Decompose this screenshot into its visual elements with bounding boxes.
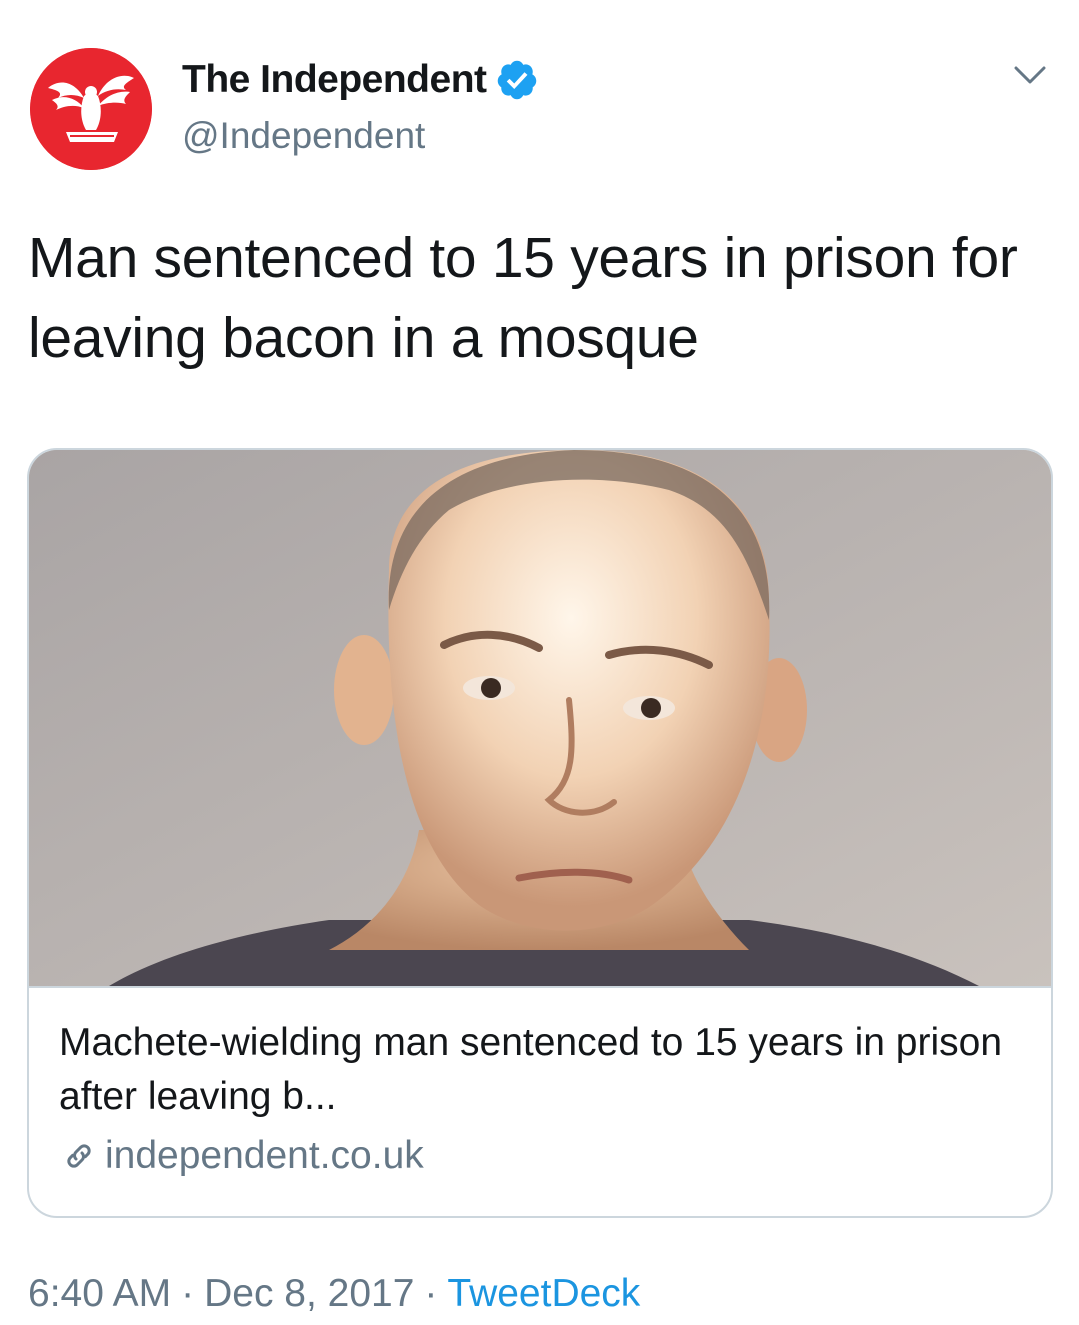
card-divider — [29, 986, 1051, 988]
tweet-source-link[interactable]: TweetDeck — [447, 1272, 640, 1315]
tweet-footer: 6:40 AM · Dec 8, 2017 · TweetDeck — [28, 1272, 640, 1316]
tweet-text: Man sentenced to 15 years in prison for … — [28, 226, 1018, 370]
footer-separator: · — [181, 1272, 195, 1315]
tweet-header: The Independent @Independent — [0, 0, 1079, 200]
author-name-row[interactable]: The Independent — [182, 58, 539, 102]
mugshot-photo — [29, 450, 1051, 986]
card-title[interactable]: Machete-wielding man sentenced to 15 yea… — [59, 1016, 1019, 1124]
tweet-date[interactable]: Dec 8, 2017 — [204, 1272, 414, 1315]
eagle-logo-icon — [30, 48, 152, 170]
verified-badge-icon — [497, 60, 536, 100]
card-domain-text: independent.co.uk — [105, 1134, 424, 1177]
chevron-down-icon[interactable] — [1010, 60, 1050, 90]
card-domain[interactable]: independent.co.uk — [59, 1134, 424, 1178]
card-image[interactable] — [29, 450, 1051, 986]
link-icon — [67, 1144, 91, 1168]
tweet-time[interactable]: 6:40 AM — [28, 1272, 171, 1315]
avatar[interactable] — [30, 48, 152, 170]
footer-separator: · — [424, 1272, 438, 1315]
author-handle[interactable]: @Independent — [182, 115, 425, 157]
link-card[interactable]: Machete-wielding man sentenced to 15 yea… — [27, 448, 1053, 1218]
author-display-name[interactable]: The Independent — [182, 58, 487, 102]
